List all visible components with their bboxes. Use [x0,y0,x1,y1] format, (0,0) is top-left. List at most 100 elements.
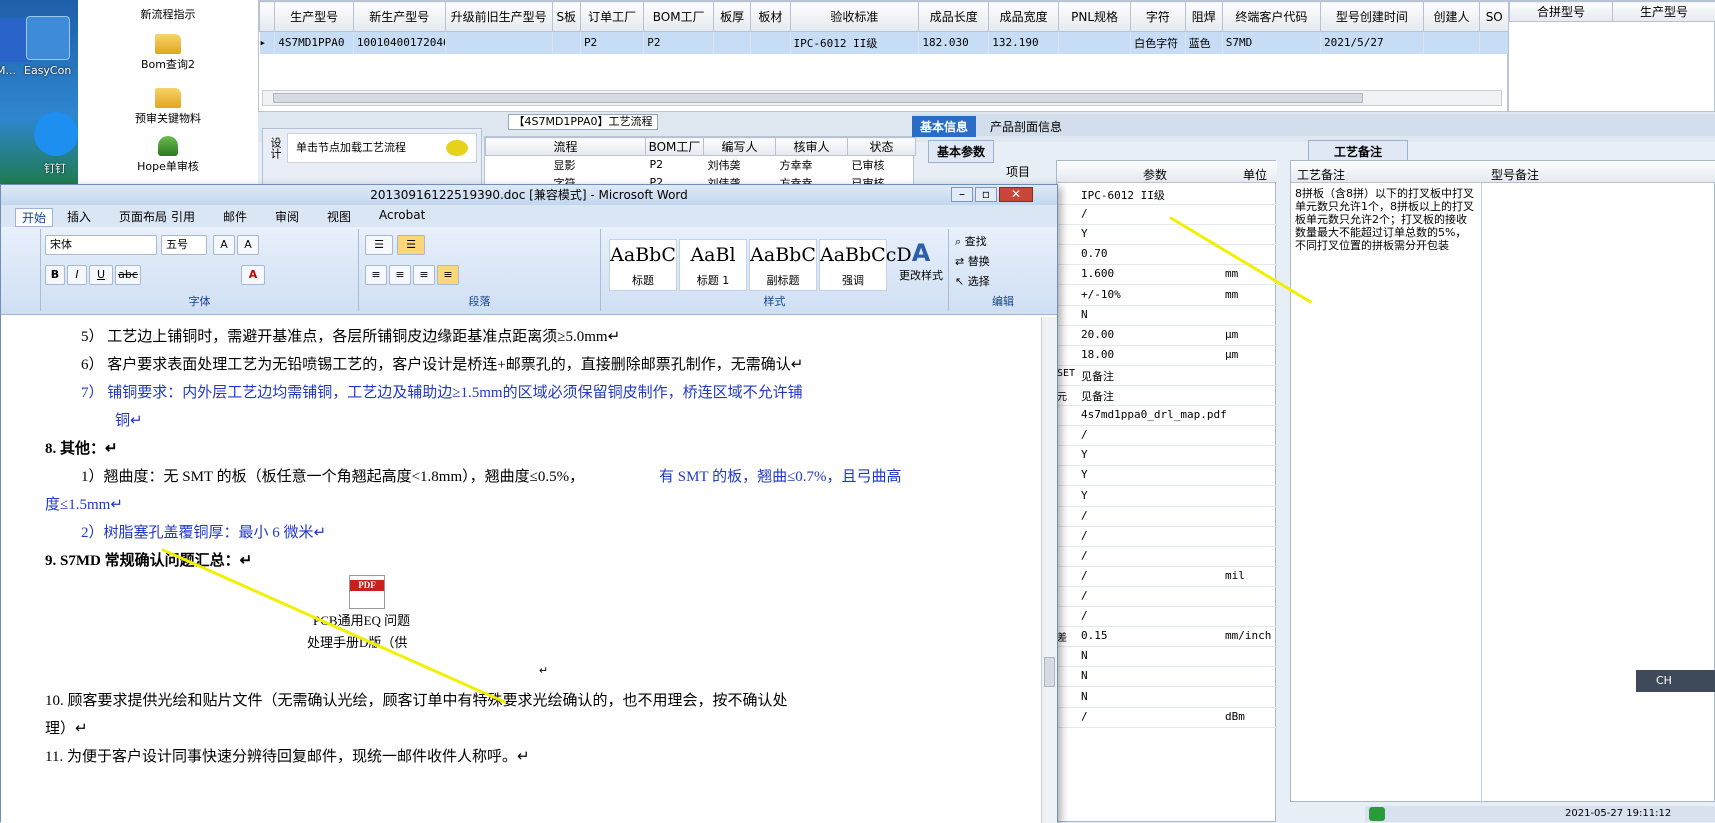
param-row[interactable]: / [1057,203,1277,225]
col-header[interactable]: 成品宽度 [989,2,1059,32]
col-header[interactable]: 新生产型号 [353,2,445,32]
param-row[interactable]: N [1057,304,1277,326]
tray-icon[interactable] [1369,807,1385,821]
col-header[interactable]: S板 [552,2,580,32]
word-tab[interactable]: 页面布局 [119,208,167,225]
shrink-font-button[interactable]: A [237,235,259,255]
row-selector[interactable]: ▸ [260,32,275,54]
col-header[interactable]: 板厚 [714,2,751,32]
col-header[interactable]: SO [1480,2,1509,32]
word-tab[interactable]: 开始 [15,208,53,227]
align-center-button[interactable]: ≡ [389,265,411,285]
param-row[interactable]: Y [1057,444,1277,466]
bold-button[interactable]: B [45,265,65,285]
col-header[interactable]: 型号创建时间 [1321,2,1424,32]
grid-cell[interactable] [751,32,790,54]
style-gallery-item[interactable]: AaBbC标题 [609,239,677,291]
grow-font-button[interactable]: A [213,235,235,255]
param-row[interactable]: N [1057,686,1277,708]
flow-cell[interactable]: 显影 [486,156,646,174]
grid-cell[interactable]: IPC-6012 II级 [790,32,919,54]
col-header[interactable]: PNL规格 [1059,2,1131,32]
col-header[interactable]: BOM工厂 [644,2,714,32]
easyconnect-icon[interactable] [26,16,70,60]
grid-cell[interactable]: 182.030 [919,32,989,54]
param-row[interactable]: Y [1057,464,1277,486]
grid-cell[interactable]: 蓝色 [1185,32,1222,54]
col-header[interactable]: 验收标准 [790,2,919,32]
word-tab[interactable]: 引用 [171,208,195,225]
flow-col-header[interactable]: 状态 [848,138,916,156]
param-row[interactable]: /dBm [1057,706,1277,728]
grid-cell[interactable]: 白色字符 [1131,32,1186,54]
flow-cell[interactable]: 已审核 [848,156,916,174]
tab-basic-params[interactable]: 基本参数 [928,140,994,163]
pdf-attachment-icon[interactable]: PDF [349,575,385,609]
justify-button[interactable]: ≡ [437,265,459,285]
grid-cell[interactable]: 4S7MD1PPA0 [275,32,354,54]
document-body[interactable]: 5） 工艺边上铺铜时，需避开基准点，各层所铺铜皮边缘距基准点距离须≥5.0mm↵… [1,317,1041,823]
load-flow-button[interactable]: 单击节点加载工艺流程 [287,133,477,163]
word-tab[interactable]: 插入 [67,208,91,225]
param-row[interactable]: / [1057,585,1277,607]
param-row[interactable]: N [1057,645,1277,667]
flow-cell[interactable]: 方幸幸 [776,156,848,174]
close-button[interactable]: ✕ [999,187,1033,202]
word-tab[interactable]: Acrobat [379,208,425,222]
grid-cell[interactable] [714,32,751,54]
grid-cell[interactable] [552,32,580,54]
param-row[interactable]: Y [1057,485,1277,507]
param-row[interactable]: N [1057,665,1277,687]
col-header[interactable]: 终端客户代码 [1222,2,1320,32]
italic-button[interactable]: I [67,265,87,285]
flow-col-header[interactable]: 核审人 [776,138,848,156]
grid-cell[interactable] [1480,32,1509,54]
grid-cell[interactable]: P2 [580,32,643,54]
param-row[interactable]: 20.00μm [1057,324,1277,346]
param-row[interactable]: / [1057,545,1277,567]
col-header[interactable]: 成品长度 [919,2,989,32]
grid-cell[interactable] [1423,32,1480,54]
grid-cell[interactable] [445,32,552,54]
col-header[interactable]: 板材 [751,2,790,32]
col-header[interactable]: 创建人 [1423,2,1480,32]
param-row[interactable]: Y [1057,223,1277,245]
nav-item-prereview[interactable]: 预审关键物料 [78,88,258,126]
flow-col-header[interactable]: 流程 [486,138,646,156]
param-row[interactable]: 1.600mm [1057,263,1277,285]
dingtalk-icon[interactable] [34,112,78,156]
col-header[interactable]: 字符 [1131,2,1186,32]
flow-cell[interactable]: 刘伟䶮 [704,156,776,174]
grid-cell[interactable]: 2021/5/27 [1321,32,1424,54]
col-header[interactable]: 阻焊 [1185,2,1222,32]
flow-cell[interactable]: P2 [646,156,704,174]
strikethrough-button[interactable]: abc [115,265,141,285]
bullets-button[interactable]: ☰ [365,235,393,255]
param-row[interactable]: IPC-6012 II级 [1057,183,1277,205]
minimize-button[interactable]: – [951,187,973,202]
change-styles-button[interactable]: A更改样式 [895,239,947,283]
tab-profile-info[interactable]: 产品剖面信息 [982,116,1070,137]
param-row[interactable]: / [1057,424,1277,446]
param-row[interactable]: / [1057,525,1277,547]
param-row[interactable]: SET见备注 [1057,364,1277,386]
param-row[interactable]: 18.00μm [1057,344,1277,366]
word-tab[interactable]: 视图 [327,208,351,225]
style-gallery-item[interactable]: AaBbC副标题 [749,239,817,291]
horizontal-scrollbar[interactable] [262,90,1502,106]
style-gallery-item[interactable]: AaBbCcD强调 [819,239,887,291]
flow-col-header[interactable]: 编写人 [704,138,776,156]
nav-item-hope-review[interactable]: Hope单审核 [78,136,258,174]
param-row[interactable]: / [1057,505,1277,527]
grid-cell[interactable] [1059,32,1131,54]
grid-cell[interactable]: S7MD [1222,32,1320,54]
style-gallery-item[interactable]: AaBl标题 1 [679,239,747,291]
grid-cell[interactable]: 132.190 [989,32,1059,54]
font-family-select[interactable]: 宋体 [45,235,157,255]
col-header[interactable]: 升级前旧生产型号 [445,2,552,32]
word-tab[interactable]: 审阅 [275,208,299,225]
col-header-production[interactable]: 生产型号 [1613,2,1715,22]
nav-item-new-flow[interactable]: 新流程指示 [78,6,258,22]
tab-basic-info[interactable]: 基本信息 [912,116,976,137]
maximize-button[interactable]: ▫ [975,187,997,202]
